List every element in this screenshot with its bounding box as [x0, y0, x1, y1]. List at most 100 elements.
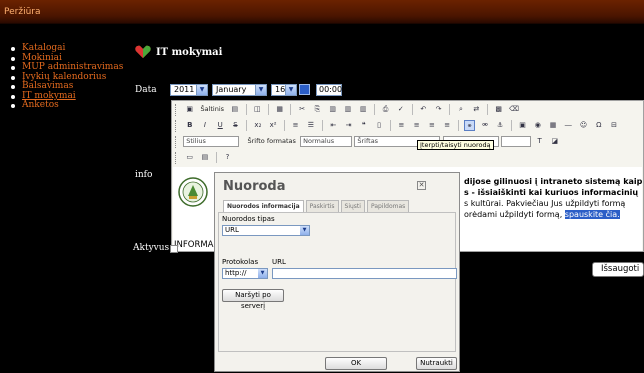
browse-server-button[interactable]: Naršyti po serverį: [222, 289, 284, 310]
school-logo: [178, 177, 208, 207]
subscript-icon[interactable]: x₂: [252, 120, 263, 131]
maximize-icon[interactable]: ▭: [184, 152, 195, 163]
content-line-3: s kultūrai. Pakviečiau Jus užpildyti for…: [464, 199, 626, 208]
source-icon[interactable]: ▣: [184, 104, 195, 115]
active-checkbox[interactable]: [170, 245, 178, 253]
sidebar-menu: Katalogai Mokiniai MUP administravimas Į…: [8, 43, 134, 111]
dialog-title: Nuoroda: [223, 179, 286, 194]
sidebar-item-anketos[interactable]: Anketos: [8, 100, 134, 111]
toolbar-row-1: ▣ Šaltinis ▤ ◫ ▦ ✂ ⎘ ▥ ▥ ▥ ⎙ ✓ ↶ ↷ ⌕ ⇄ ▩…: [174, 102, 643, 118]
find-icon[interactable]: ⌕: [456, 104, 467, 115]
smiley-icon[interactable]: ☺: [578, 120, 589, 131]
unlink-icon[interactable]: ⚮: [479, 120, 490, 131]
tab-upload[interactable]: Siųsti: [340, 200, 365, 212]
align-right-icon[interactable]: ≡: [426, 120, 437, 131]
templates-icon[interactable]: ▦: [274, 104, 285, 115]
hr-icon[interactable]: ―: [563, 120, 574, 131]
chevron-down-icon: ▼: [285, 85, 296, 95]
protocol-label: Protokolas: [222, 258, 259, 266]
image-icon[interactable]: ▣: [517, 120, 528, 131]
replace-icon[interactable]: ⇄: [471, 104, 482, 115]
day-value: 16: [275, 85, 286, 94]
outdent-icon[interactable]: ⇤: [328, 120, 339, 131]
undo-icon[interactable]: ↶: [418, 104, 429, 115]
link-tooltip: Įterpti/taisyti nuorodą: [417, 140, 494, 150]
window-title: Peržiūra: [4, 7, 41, 17]
save-button[interactable]: Išsaugoti: [592, 262, 644, 277]
strike-icon[interactable]: S: [230, 120, 241, 131]
source-button-label[interactable]: Šaltinis: [200, 105, 224, 113]
window-titlebar: Peržiūra: [0, 0, 644, 24]
dialog-tabs: Nuorodos informacija Paskirtis Siųsti Pa…: [223, 200, 411, 212]
heart-icon: [135, 45, 151, 58]
anchor-icon[interactable]: ⚓: [495, 120, 506, 131]
special-char-icon[interactable]: Ω: [593, 120, 604, 131]
url-label: URL: [272, 258, 286, 266]
superscript-icon[interactable]: x²: [268, 120, 279, 131]
content-line-4: orėdami užpildyti formą,: [464, 210, 563, 219]
calendar-icon[interactable]: [299, 84, 310, 95]
page-title: IT mokymai: [156, 47, 223, 58]
paste-icon[interactable]: ▥: [327, 104, 338, 115]
time-input[interactable]: 00:00: [316, 84, 342, 96]
div-icon[interactable]: ▯: [374, 120, 385, 131]
year-select[interactable]: 2011 ▼: [170, 84, 208, 96]
preview-icon[interactable]: ◫: [252, 104, 263, 115]
tab-link-info[interactable]: Nuorodos informacija: [223, 200, 304, 212]
print-icon[interactable]: ⎙: [380, 104, 391, 115]
day-select[interactable]: 16 ▼: [271, 84, 297, 96]
toolbar-row-2: B I U S x₂ x² ≡ ☰ ⇤ ⇥ ❝ ▯ ≡ ≡ ≡ ≡ ⚭ ⚮ ⚓ …: [174, 118, 643, 134]
align-justify-icon[interactable]: ≡: [442, 120, 453, 131]
style-select[interactable]: Stilius: [183, 136, 240, 147]
link-type-select[interactable]: URL ▼: [222, 225, 310, 236]
align-left-icon[interactable]: ≡: [396, 120, 407, 131]
save-icon[interactable]: ▤: [229, 104, 240, 115]
table-icon[interactable]: ▦: [548, 120, 559, 131]
underline-icon[interactable]: U: [215, 120, 226, 131]
format-label: Šrifto formatas: [247, 137, 296, 145]
chevron-down-icon: ▼: [255, 85, 266, 95]
italic-icon[interactable]: I: [199, 120, 210, 131]
active-label: Aktyvus: [133, 243, 170, 253]
link-type-value: URL: [225, 226, 239, 234]
text-color-icon[interactable]: T: [534, 136, 545, 147]
paste-word-icon[interactable]: ▥: [358, 104, 369, 115]
link-icon[interactable]: ⚭: [464, 120, 476, 131]
about-icon[interactable]: ?: [222, 152, 233, 163]
info-label: info: [135, 170, 153, 180]
protocol-select[interactable]: http:// ▼: [222, 268, 268, 279]
close-icon[interactable]: ✕: [417, 181, 426, 190]
copy-icon[interactable]: ⎘: [312, 104, 323, 115]
cancel-button[interactable]: Nutraukti: [416, 357, 457, 370]
redo-icon[interactable]: ↷: [433, 104, 444, 115]
blockquote-icon[interactable]: ❝: [358, 120, 369, 131]
numbered-list-icon[interactable]: ≡: [290, 120, 301, 131]
ok-button[interactable]: OK: [325, 357, 387, 370]
tab-advanced[interactable]: Papildomas: [366, 200, 410, 212]
pagebreak-icon[interactable]: ⊟: [609, 120, 620, 131]
url-input[interactable]: [272, 268, 457, 279]
cut-icon[interactable]: ✂: [297, 104, 308, 115]
paste-text-icon[interactable]: ▥: [342, 104, 353, 115]
link-dialog: Nuoroda ✕ Nuorodos informacija Paskirtis…: [214, 172, 460, 372]
bold-icon[interactable]: B: [184, 120, 195, 131]
selected-link-text[interactable]: spauskite čia.: [564, 210, 620, 219]
content-line-1: dijose gilinuosi į intraneto sistemą kai…: [464, 177, 642, 186]
chevron-down-icon: ▼: [258, 269, 267, 278]
bulleted-list-icon[interactable]: ☰: [305, 120, 316, 131]
bg-color-icon[interactable]: ◪: [549, 136, 560, 147]
show-blocks-icon[interactable]: ▤: [199, 152, 210, 163]
protocol-value: http://: [225, 269, 247, 277]
tab-target[interactable]: Paskirtis: [305, 200, 339, 212]
extra-select[interactable]: [500, 136, 531, 147]
month-select[interactable]: January ▼: [212, 84, 267, 96]
flash-icon[interactable]: ◉: [532, 120, 543, 131]
spellcheck-icon[interactable]: ✓: [395, 104, 406, 115]
format-select[interactable]: Normalus: [300, 136, 353, 147]
dialog-body: Nuorodos tipas URL ▼ Protokolas URL http…: [218, 212, 457, 352]
select-all-icon[interactable]: ▩: [493, 104, 504, 115]
remove-format-icon[interactable]: ⌫: [508, 104, 519, 115]
link-type-label: Nuorodos tipas: [222, 215, 275, 223]
indent-icon[interactable]: ⇥: [343, 120, 354, 131]
align-center-icon[interactable]: ≡: [411, 120, 422, 131]
